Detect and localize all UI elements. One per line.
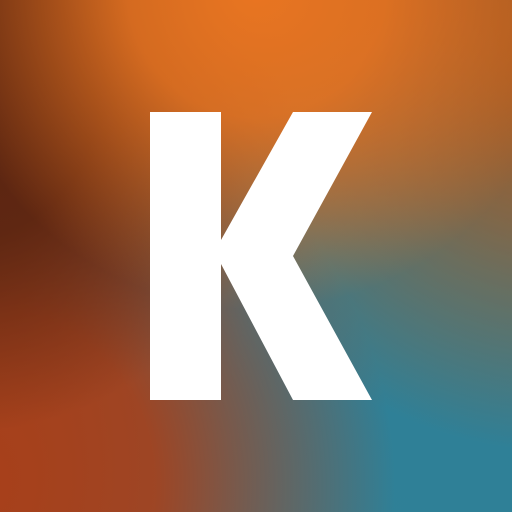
app-logo-tile: [0, 0, 512, 512]
k-letter-glyph: [150, 112, 372, 400]
k-letter-icon: [150, 112, 372, 400]
